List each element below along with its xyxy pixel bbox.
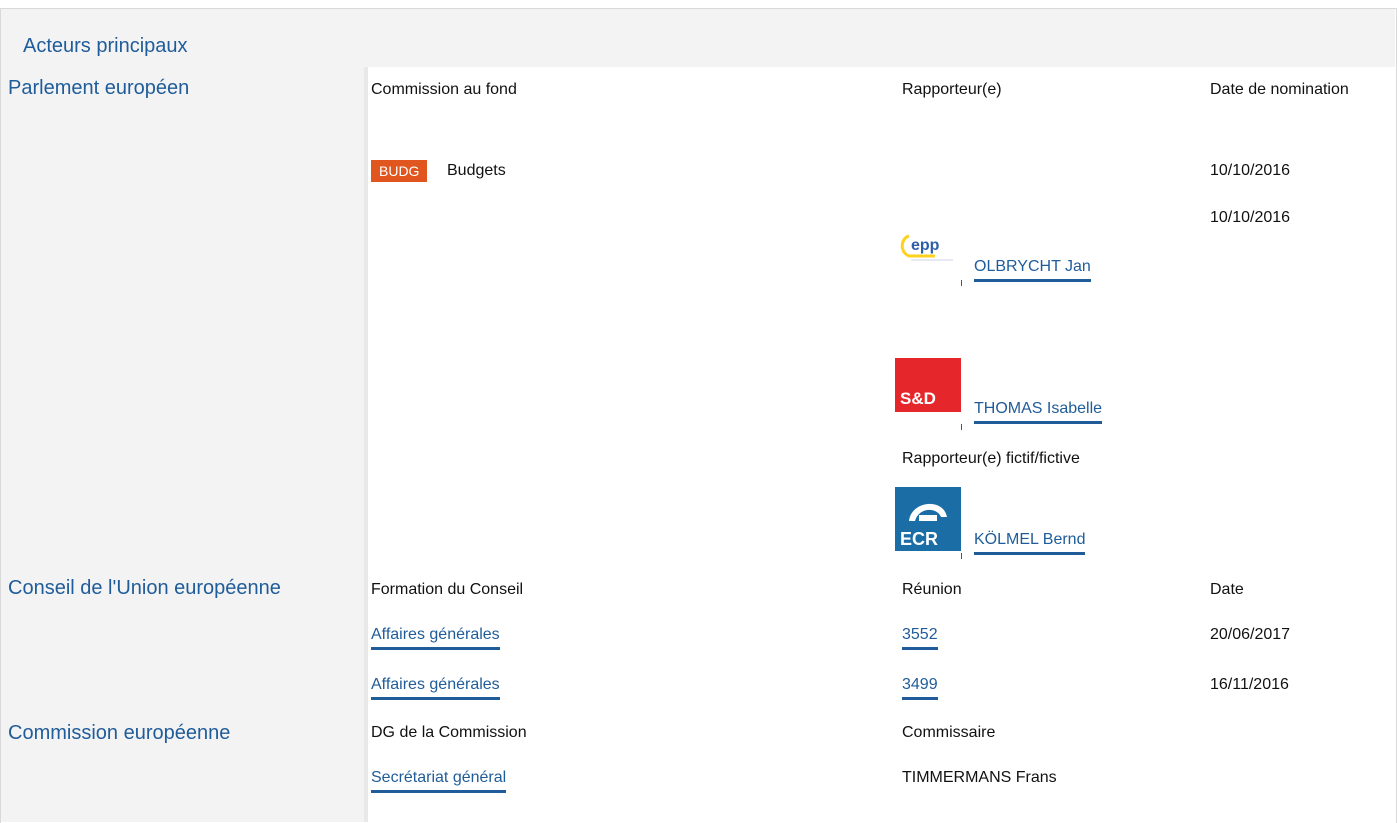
rapporteur-nomination-date: 10/10/2016 bbox=[1210, 209, 1291, 226]
shadow-link-kolmel[interactable]: KÖLMEL Bernd bbox=[974, 529, 1086, 555]
svg-text:ECR: ECR bbox=[900, 529, 938, 549]
institution-council: Conseil de l'Union européenne bbox=[8, 577, 281, 599]
section-header: Acteurs principaux bbox=[1, 9, 1395, 67]
council-formation-link[interactable]: Affaires générales bbox=[371, 674, 500, 700]
ecr-group-logo: ECR bbox=[895, 487, 961, 551]
column-divider bbox=[364, 67, 368, 822]
institution-column bbox=[1, 67, 368, 822]
commissioner-name: TIMMERMANS Frans bbox=[902, 769, 1057, 786]
section-title: Acteurs principaux bbox=[23, 35, 188, 57]
col-formation-header: Formation du Conseil bbox=[371, 581, 524, 598]
committee-date: 10/10/2016 bbox=[1210, 162, 1291, 179]
council-meeting-date: 16/11/2016 bbox=[1210, 676, 1289, 693]
col-commissioner-header: Commissaire bbox=[902, 724, 996, 741]
epp-group-logo: epp bbox=[895, 212, 959, 276]
commission-dg-link[interactable]: Secrétariat général bbox=[371, 767, 507, 793]
institution-parliament: Parlement européen bbox=[8, 77, 190, 99]
committee-badge: BUDG bbox=[371, 160, 428, 182]
shadow-rapporteur-label: Rapporteur(e) fictif/fictive bbox=[902, 450, 1080, 467]
logo-tick bbox=[961, 280, 962, 286]
council-meeting-date: 20/06/2017 bbox=[1210, 626, 1291, 643]
col-date-header: Date bbox=[1210, 581, 1244, 598]
council-meeting-link[interactable]: 3499 bbox=[902, 674, 938, 700]
col-meeting-header: Réunion bbox=[902, 581, 962, 598]
svg-text:S&D: S&D bbox=[900, 389, 936, 408]
council-formation-link[interactable]: Affaires générales bbox=[371, 624, 500, 650]
col-dg-header: DG de la Commission bbox=[371, 724, 527, 741]
rapporteur-link-olbrycht[interactable]: OLBRYCHT Jan bbox=[974, 256, 1091, 282]
institution-commission: Commission européenne bbox=[8, 722, 231, 744]
logo-tick bbox=[961, 424, 962, 430]
svg-text:epp: epp bbox=[911, 237, 940, 254]
col-committee-header: Commission au fond bbox=[371, 81, 517, 98]
rapporteur-link-thomas[interactable]: THOMAS Isabelle bbox=[974, 398, 1103, 424]
council-meeting-link[interactable]: 3552 bbox=[902, 624, 938, 650]
col-nomination-date-header: Date de nomination bbox=[1210, 81, 1349, 98]
col-rapporteur-header: Rapporteur(e) bbox=[902, 81, 1002, 98]
logo-tick bbox=[961, 553, 962, 559]
sd-group-logo: S&D bbox=[895, 358, 961, 412]
committee-name: Budgets bbox=[447, 162, 506, 179]
